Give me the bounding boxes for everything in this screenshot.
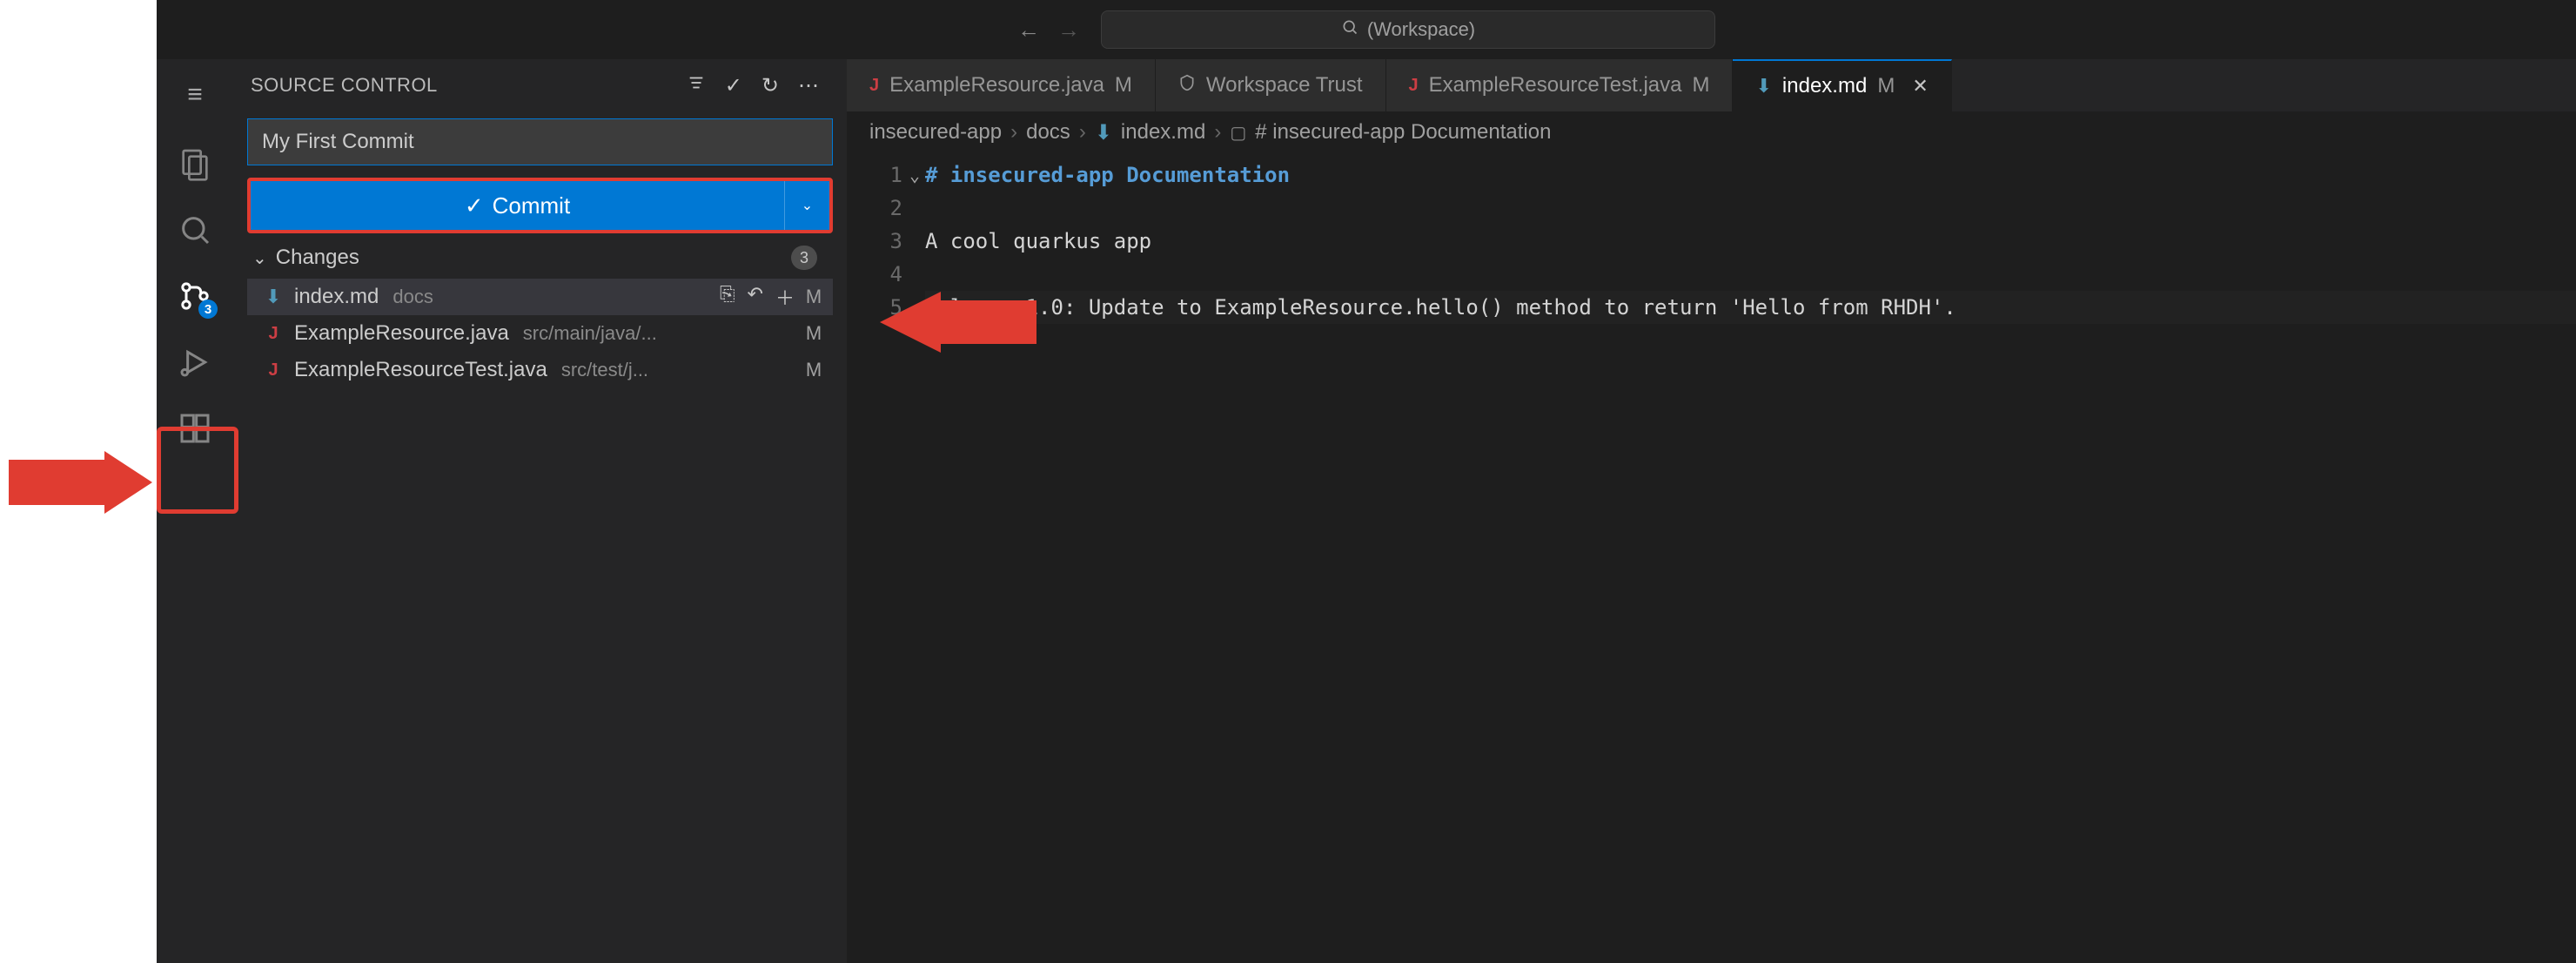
line-number: 4 bbox=[847, 258, 902, 291]
line-number: 3 bbox=[847, 225, 902, 258]
changes-list: ⬇ index.md docs ⎘ ↶ ＋ M J ExampleResource.java sr… bbox=[247, 279, 833, 388]
tab-modified-badge: M bbox=[1877, 74, 1895, 98]
command-center[interactable]: (Workspace) bbox=[1101, 10, 1715, 49]
file-row[interactable]: ⬇ index.md docs ⎘ ↶ ＋ M bbox=[247, 279, 833, 315]
changes-label: Changes bbox=[276, 246, 359, 270]
breadcrumb-part[interactable]: docs bbox=[1026, 120, 1070, 145]
editor-tab[interactable]: Workspace Trust bbox=[1156, 59, 1386, 111]
activity-debug[interactable] bbox=[174, 341, 216, 383]
file-status: M bbox=[805, 286, 822, 308]
code-lines[interactable]: # insecured-app Documentation A cool quar… bbox=[925, 158, 2576, 963]
java-icon: J bbox=[263, 324, 284, 344]
breadcrumb-part[interactable]: insecured-app bbox=[869, 120, 1002, 145]
discard-icon[interactable]: ↶ bbox=[748, 283, 763, 311]
activity-extensions[interactable] bbox=[174, 407, 216, 449]
panel-actions: ✓ ↻ ⋯ bbox=[687, 73, 819, 98]
markdown-icon: ⬇ bbox=[1755, 75, 1771, 98]
code-line[interactable] bbox=[925, 192, 2576, 225]
markdown-icon: ⬇ bbox=[263, 286, 284, 308]
editor-tab[interactable]: ⬇ index.md M ✕ bbox=[1733, 59, 1951, 111]
file-status: M bbox=[805, 359, 822, 381]
code-editor[interactable]: 12345 # insecured-app Documentation A coo… bbox=[847, 153, 2576, 963]
commit-dropdown[interactable]: ⌄ bbox=[784, 181, 829, 230]
code-line[interactable]: A cool quarkus app bbox=[925, 225, 2576, 258]
gutter: 12345 bbox=[847, 158, 925, 963]
breadcrumb-separator: › bbox=[1010, 120, 1017, 145]
ide-window: ← → (Workspace) ≡ 3 bbox=[157, 0, 2576, 963]
code-line[interactable]: # insecured-app Documentation bbox=[925, 158, 2576, 192]
file-path: docs bbox=[392, 286, 709, 308]
symbol-icon: ▢ bbox=[1230, 122, 1246, 144]
refresh-icon[interactable]: ↻ bbox=[761, 73, 779, 98]
scm-badge: 3 bbox=[198, 300, 218, 319]
tab-modified-badge: M bbox=[1692, 73, 1709, 98]
source-control-panel: SOURCE CONTROL ✓ ↻ ⋯ ✓ Commit bbox=[233, 59, 847, 963]
breadcrumb-separator: › bbox=[1214, 120, 1221, 145]
nav-forward-icon[interactable]: → bbox=[1057, 17, 1080, 44]
file-path: src/main/java/... bbox=[523, 322, 795, 345]
tab-modified-badge: M bbox=[1115, 73, 1132, 98]
activity-search[interactable] bbox=[174, 209, 216, 251]
nav-back-icon[interactable]: ← bbox=[1017, 17, 1040, 44]
check-icon: ✓ bbox=[465, 192, 484, 219]
line-number: 1 bbox=[847, 158, 902, 192]
chevron-down-icon: ⌄ bbox=[252, 247, 267, 269]
line-number: 2 bbox=[847, 192, 902, 225]
activity-explorer[interactable] bbox=[174, 143, 216, 185]
file-status: M bbox=[805, 322, 822, 345]
changes-section-header[interactable]: ⌄ Changes 3 bbox=[247, 233, 833, 279]
editor-area: J ExampleResource.java M Workspace Trust J Ex… bbox=[847, 59, 2576, 963]
markdown-icon: ⬇ bbox=[1095, 120, 1112, 145]
open-file-icon[interactable]: ⎘ bbox=[720, 283, 735, 311]
editor-tab[interactable]: J ExampleResource.java M bbox=[847, 59, 1156, 111]
file-row[interactable]: J ExampleResource.java src/main/java/... M bbox=[247, 315, 833, 352]
tab-label: index.md bbox=[1782, 74, 1867, 98]
shield-icon bbox=[1178, 73, 1196, 98]
menu-icon[interactable]: ≡ bbox=[187, 80, 203, 110]
file-row[interactable]: J ExampleResourceTest.java src/test/j... M bbox=[247, 352, 833, 388]
tab-label: Workspace Trust bbox=[1206, 73, 1363, 98]
commit-button[interactable]: ✓ Commit bbox=[251, 181, 784, 230]
stage-icon[interactable]: ＋ bbox=[775, 283, 795, 311]
file-name: ExampleResource.java bbox=[294, 321, 509, 346]
view-as-tree-icon[interactable] bbox=[687, 73, 706, 98]
activity-source-control[interactable]: 3 bbox=[174, 275, 216, 317]
changes-count-badge: 3 bbox=[791, 246, 817, 270]
tab-label: ExampleResourceTest.java bbox=[1429, 73, 1682, 98]
chevron-down-icon: ⌄ bbox=[802, 197, 813, 214]
breadcrumb-part[interactable]: index.md bbox=[1121, 120, 1205, 145]
code-line[interactable]: Release 1.0: Update to ExampleResource.h… bbox=[925, 291, 2576, 324]
activity-bar: ≡ 3 bbox=[157, 59, 233, 963]
search-icon bbox=[1341, 18, 1358, 41]
commit-message-input[interactable] bbox=[247, 118, 833, 165]
more-icon[interactable]: ⋯ bbox=[798, 73, 819, 98]
tab-label: ExampleResource.java bbox=[889, 73, 1104, 98]
breadcrumb-separator: › bbox=[1079, 120, 1086, 145]
breadcrumb-part[interactable]: # insecured-app Documentation bbox=[1255, 120, 1551, 145]
commit-button-highlight: ✓ Commit ⌄ bbox=[247, 178, 833, 233]
row-actions: ⎘ ↶ ＋ bbox=[720, 283, 795, 311]
file-path: src/test/j... bbox=[561, 359, 795, 381]
commit-check-icon[interactable]: ✓ bbox=[725, 73, 742, 98]
annotation-arrow-commit bbox=[880, 292, 1036, 353]
file-name: ExampleResourceTest.java bbox=[294, 358, 547, 382]
code-line[interactable] bbox=[925, 258, 2576, 291]
file-name: index.md bbox=[294, 285, 379, 309]
annotation-arrow-scm bbox=[9, 451, 152, 514]
close-icon[interactable]: ✕ bbox=[1912, 75, 1928, 98]
breadcrumbs[interactable]: insecured-app › docs › ⬇ index.md › ▢ # … bbox=[847, 111, 2576, 153]
java-icon: J bbox=[1409, 76, 1419, 96]
panel-title: SOURCE CONTROL bbox=[251, 74, 438, 97]
commit-button-label: Commit bbox=[493, 192, 571, 219]
editor-tab[interactable]: J ExampleResourceTest.java M bbox=[1386, 59, 1734, 111]
editor-tabs: J ExampleResource.java M Workspace Trust J Ex… bbox=[847, 59, 2576, 111]
command-center-label: (Workspace) bbox=[1367, 18, 1475, 41]
nav-arrows: ← → bbox=[1017, 17, 1080, 44]
java-icon: J bbox=[263, 360, 284, 380]
java-icon: J bbox=[869, 76, 879, 96]
titlebar: ← → (Workspace) bbox=[157, 0, 2576, 59]
